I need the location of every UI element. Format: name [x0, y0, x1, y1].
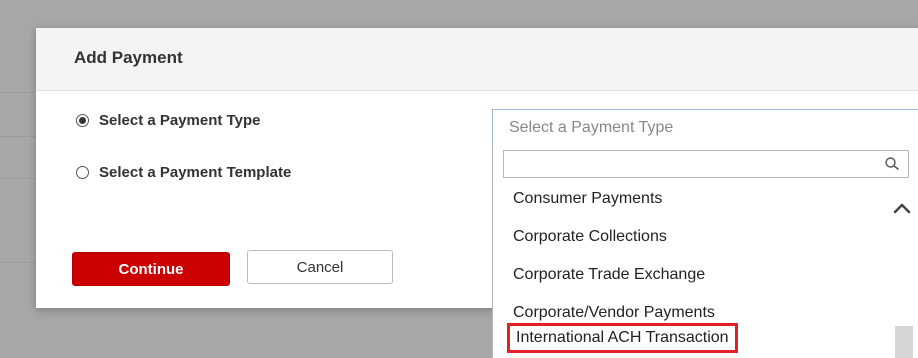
dropdown-item-international-ach-transaction[interactable]: International ACH Transaction — [507, 323, 738, 353]
chevron-up-icon[interactable] — [893, 202, 911, 214]
search-icon — [885, 157, 899, 170]
payment-type-dropdown: Consumer Payments Corporate Collections … — [492, 144, 918, 358]
dropdown-item-corporate-trade-exchange[interactable]: Corporate Trade Exchange — [513, 266, 705, 284]
payment-type-radio-label: Select a Payment Type — [99, 112, 261, 129]
modal-header: Add Payment — [36, 28, 918, 91]
cancel-button[interactable]: Cancel — [247, 250, 393, 284]
dropdown-item-consumer-payments[interactable]: Consumer Payments — [513, 190, 662, 208]
payment-template-radio-option[interactable]: Select a Payment Template — [76, 164, 291, 181]
dropdown-item-corporate-collections[interactable]: Corporate Collections — [513, 228, 667, 246]
payment-type-radio-option[interactable]: Select a Payment Type — [76, 112, 260, 129]
payment-type-select-placeholder: Select a Payment Type — [509, 119, 674, 136]
payment-type-select[interactable]: Select a Payment Type — [492, 109, 918, 145]
radio-selected-icon[interactable] — [76, 114, 89, 127]
dropdown-search-input[interactable] — [503, 150, 909, 178]
dropdown-item-corporate-vendor-payments[interactable]: Corporate/Vendor Payments — [513, 304, 715, 322]
scrollbar-thumb[interactable] — [895, 326, 913, 358]
payment-template-radio-label: Select a Payment Template — [99, 164, 292, 181]
modal-title: Add Payment — [74, 48, 183, 67]
dropdown-scrollbar[interactable] — [885, 184, 918, 358]
continue-button[interactable]: Continue — [72, 252, 230, 286]
radio-unselected-icon[interactable] — [76, 166, 89, 179]
